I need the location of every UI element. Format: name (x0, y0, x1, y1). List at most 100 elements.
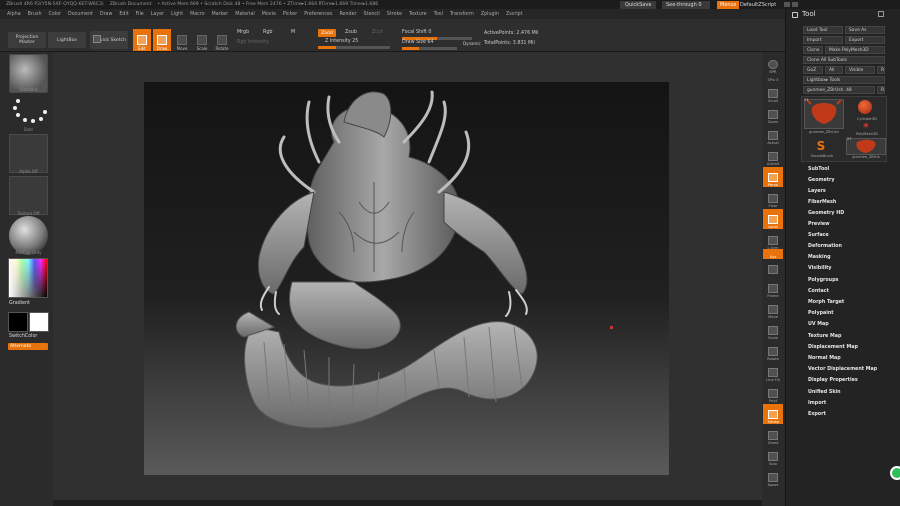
tool-thumb-gunmee[interactable] (804, 99, 844, 129)
import-menu[interactable]: Import (808, 401, 826, 406)
normal-map-menu[interactable]: Normal Map (808, 356, 841, 361)
rotate-axis-button[interactable] (763, 261, 783, 275)
xyz-button[interactable]: Xyz (763, 249, 783, 259)
goz-visible-button[interactable]: Visible (845, 66, 875, 74)
contact-menu[interactable]: Contact (808, 289, 829, 294)
draw-button[interactable]: Draw (153, 29, 171, 51)
alternate-button[interactable]: Alternate (8, 343, 48, 350)
secondary-color-swatch[interactable] (29, 312, 49, 332)
quick-sketch-button[interactable]: Quick Sketch (90, 31, 128, 49)
window-minimize-icon[interactable] (792, 2, 798, 7)
export-tool-button[interactable]: Export (845, 36, 885, 44)
geometry-menu[interactable]: Geometry (808, 178, 835, 183)
current-tool-slider[interactable]: gunmee_ZBrUsh. 48 (803, 86, 875, 94)
simplebrush-tool-icon[interactable]: S (812, 139, 830, 153)
rgb-intensity-slider[interactable]: Rgb Intensity (237, 40, 269, 45)
edit-button[interactable]: Edit (133, 29, 151, 51)
move-view-button[interactable]: Move (763, 299, 783, 319)
zsub-button[interactable]: Zsub (345, 30, 357, 35)
menu-alpha[interactable]: Alpha (7, 12, 21, 17)
menu-transform[interactable]: Transform (450, 12, 474, 17)
draw-size-slider[interactable] (402, 47, 457, 50)
masking-menu[interactable]: Masking (808, 255, 831, 260)
floor-button[interactable]: Floor (763, 188, 783, 208)
displacement-map-menu[interactable]: Displacement Map (808, 345, 858, 350)
rgb-button[interactable]: Rgb (263, 30, 272, 35)
menu-stencil[interactable]: Stencil (364, 12, 380, 17)
clone-all-subtools-button[interactable]: Clone All SubTools (803, 56, 885, 64)
document-canvas[interactable] (144, 82, 669, 475)
spix-slider[interactable]: SPix 3 (763, 70, 783, 82)
switchcolor-button[interactable]: SwitchColor (9, 334, 37, 339)
color-picker[interactable] (8, 258, 48, 298)
main-color-swatch[interactable] (8, 312, 28, 332)
z-intensity-slider[interactable] (318, 46, 390, 49)
layers-menu[interactable]: Layers (808, 189, 826, 194)
menu-picker[interactable]: Picker (283, 12, 297, 17)
menu-preferences[interactable]: Preferences (304, 12, 332, 17)
menu-texture[interactable]: Texture (409, 12, 427, 17)
load-tool-button[interactable]: Load Tool (803, 26, 843, 34)
visibility-menu[interactable]: Visibility (808, 266, 832, 271)
menu-stroke[interactable]: Stroke (387, 12, 402, 17)
zcut-button[interactable]: Zcut (372, 30, 383, 35)
geometry-hd-menu[interactable]: Geometry HD (808, 211, 844, 216)
surface-menu[interactable]: Surface (808, 233, 829, 238)
palette-dock-icon[interactable] (792, 12, 798, 18)
menu-file[interactable]: File (136, 12, 144, 17)
vector-displacement-map-menu[interactable]: Vector Displacement Map (808, 367, 877, 372)
move-button[interactable]: Move (173, 29, 191, 51)
current-tool-r-button[interactable]: R (877, 86, 885, 94)
menu-render[interactable]: Render (339, 12, 356, 17)
alpha-thumbnail[interactable] (9, 134, 48, 173)
scale-view-button[interactable]: Scale (763, 320, 783, 340)
tool-thumb-gunmee-2[interactable] (846, 138, 886, 155)
fibermesh-menu[interactable]: FiberMesh (808, 200, 836, 205)
aahalf-button[interactable]: AAHalf (763, 146, 783, 166)
import-tool-button[interactable]: Import (803, 36, 843, 44)
goz-button[interactable]: GoZ (803, 66, 823, 74)
scroll-button[interactable]: Scroll (763, 83, 783, 103)
unified-skin-menu[interactable]: Unified Skin (808, 390, 841, 395)
notification-badge-icon[interactable] (890, 466, 900, 480)
menu-draw[interactable]: Draw (100, 12, 113, 17)
deformation-menu[interactable]: Deformation (808, 244, 842, 249)
local-button[interactable]: Local (763, 209, 783, 229)
menu-color[interactable]: Color (48, 12, 61, 17)
make-polymesh-button[interactable]: Make PolyMesh3D (825, 46, 885, 54)
xpose-button[interactable]: Xpose (763, 467, 783, 487)
menu-layer[interactable]: Layer (151, 12, 164, 17)
display-properties-menu[interactable]: Display Properties (808, 378, 858, 383)
menu-tool[interactable]: Tool (434, 12, 443, 17)
clone-button[interactable]: Clone (803, 46, 823, 54)
zadd-button[interactable]: Zadd (318, 29, 336, 37)
solo-button[interactable]: Solo (763, 446, 783, 466)
window-help-icon[interactable] (784, 2, 790, 7)
menu-edit[interactable]: Edit (119, 12, 128, 17)
menu-light[interactable]: Light (171, 12, 183, 17)
frame-button[interactable]: Frame (763, 278, 783, 298)
menu-document[interactable]: Document (68, 12, 93, 17)
texture-thumbnail[interactable] (9, 176, 48, 215)
lsym-button[interactable]: L.Sym (763, 230, 783, 250)
persp-button[interactable]: Persp (763, 167, 783, 187)
ghost-button[interactable]: Ghost (763, 425, 783, 445)
preview-menu[interactable]: Preview (808, 222, 830, 227)
polypaint-menu[interactable]: Polypaint (808, 311, 834, 316)
default-zscript-button[interactable]: DefaultZScript (738, 1, 778, 9)
menus-toggle[interactable]: Menus (717, 1, 740, 9)
dynamic-button[interactable]: Dynamic (463, 41, 481, 46)
menu-movie[interactable]: Movie (262, 12, 276, 17)
transp-button[interactable]: Transp (763, 404, 783, 424)
lightbox-tools-button[interactable]: Lightbox▸ Tools (803, 76, 885, 84)
lightbox-button[interactable]: LightBox (48, 32, 86, 48)
tool-thumb-cylinder[interactable] (857, 99, 875, 115)
goz-all-button[interactable]: All (825, 66, 843, 74)
polyf-button[interactable]: Polyf (763, 383, 783, 403)
menu-material[interactable]: Material (235, 12, 255, 17)
uv-map-menu[interactable]: UV Map (808, 322, 829, 327)
rotate-view-button[interactable]: Rotate (763, 341, 783, 361)
polygroups-menu[interactable]: Polygroups (808, 278, 838, 283)
menu-zscript[interactable]: Zscript (506, 12, 523, 17)
line-fill-button[interactable]: Line Fill (763, 362, 783, 382)
